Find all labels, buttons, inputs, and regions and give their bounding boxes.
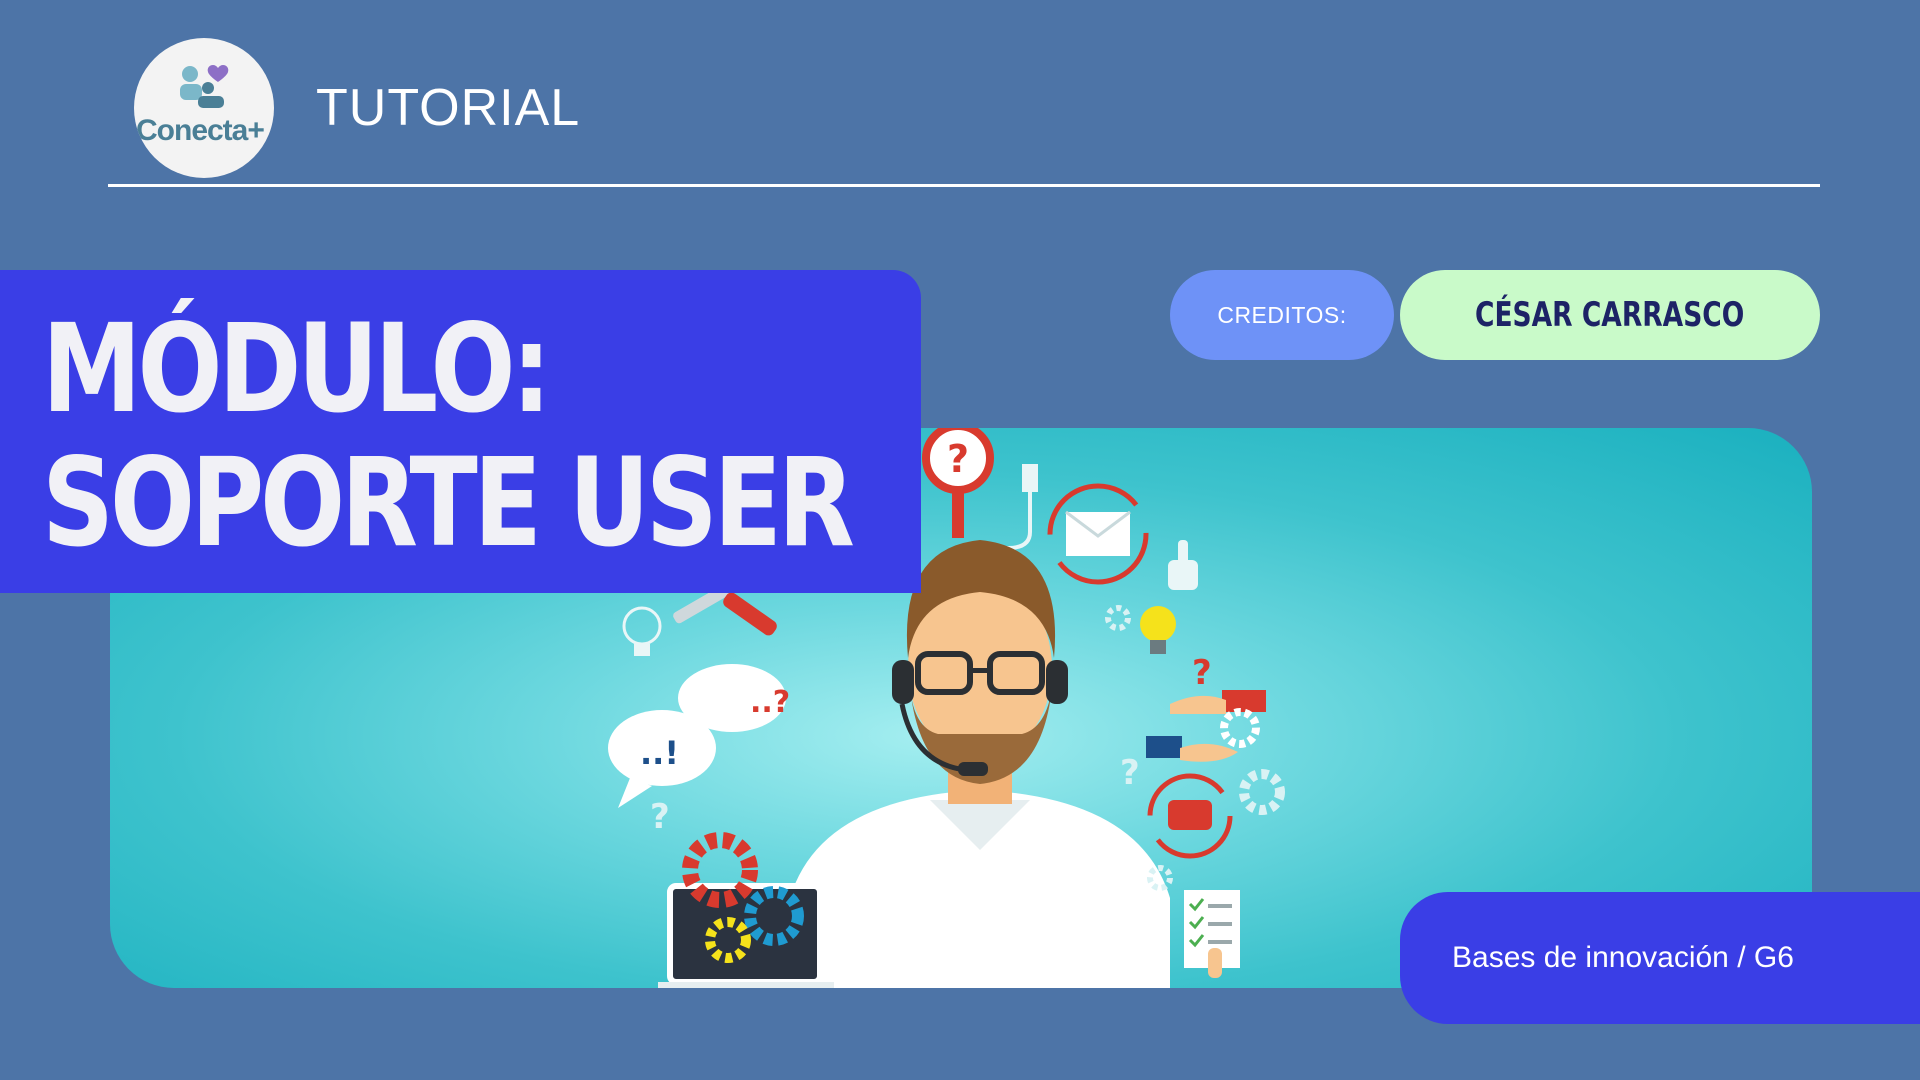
course-label-box: Bases de innovación / G6: [1400, 892, 1920, 1024]
author-pill: CÉSAR CARRASCO: [1400, 270, 1820, 360]
handshake-icon: [1146, 690, 1266, 762]
logo-people-heart-icon: [180, 65, 229, 108]
author-name: CÉSAR CARRASCO: [1475, 295, 1745, 335]
conecta-logo: Conecta+: [134, 38, 274, 178]
svg-text:..?: ..?: [750, 685, 790, 720]
support-agent-figure: [790, 540, 1170, 988]
course-label: Bases de innovación / G6: [1452, 941, 1794, 974]
svg-text:?: ?: [650, 797, 670, 837]
module-title-line-1: MÓDULO:: [42, 298, 552, 440]
chat-bubbles-icon: ..? ..!: [608, 664, 790, 808]
page-label: TUTORIAL: [316, 79, 581, 137]
checklist-icon: [1184, 890, 1240, 978]
header-divider: [108, 184, 1820, 187]
usb-icon: [992, 464, 1038, 550]
lightbulb-icon: [622, 606, 1176, 656]
logo-text: Conecta+: [136, 114, 265, 147]
svg-text:?: ?: [1120, 753, 1140, 793]
module-title-box: MÓDULO: SOPORTE USER: [0, 270, 921, 593]
svg-text:..!: ..!: [640, 734, 679, 772]
thumbs-up-icon: [1168, 540, 1198, 590]
svg-text:?: ?: [947, 437, 969, 481]
svg-text:?: ?: [1192, 653, 1212, 693]
question-magnifier-icon: ?: [922, 428, 994, 538]
email-cycle-icon: [1047, 483, 1149, 585]
module-title-line-2: SOPORTE USER: [42, 432, 855, 574]
phone-cycle-icon: [1147, 773, 1233, 859]
credits-label-pill: CREDITOS:: [1170, 270, 1394, 360]
